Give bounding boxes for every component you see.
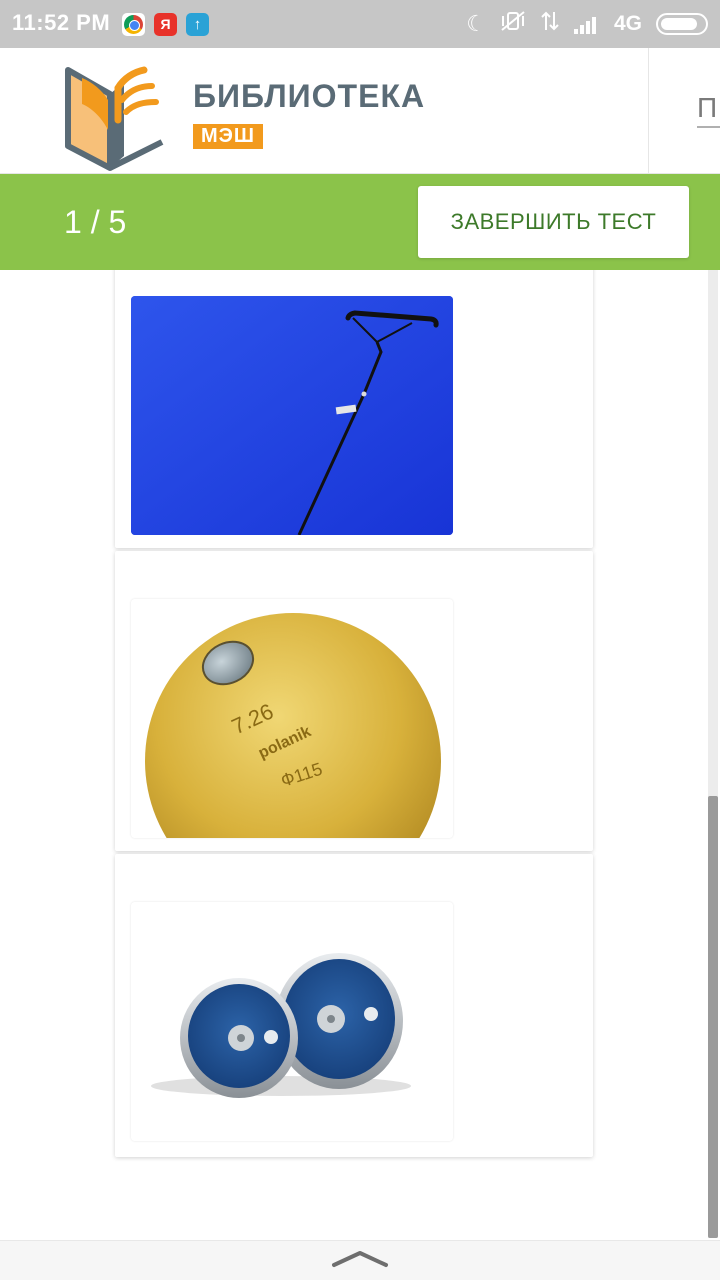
upload-icon: ↑: [186, 13, 209, 36]
answer-option-card[interactable]: 7.26 polanik Ф115: [115, 551, 593, 851]
network-type: 4G: [613, 12, 642, 35]
shot-put-image[interactable]: 7.26 polanik Ф115: [131, 599, 453, 838]
discus-image[interactable]: [131, 902, 453, 1141]
bottom-bar: [0, 1240, 720, 1280]
finish-test-button[interactable]: ЗАВЕРШИТЬ ТЕСТ: [418, 186, 689, 258]
header-cut-underline: [697, 126, 720, 128]
moon-icon: ☾: [466, 11, 486, 36]
question-counter: 1 / 5: [64, 204, 127, 240]
vibrate-off-icon: [500, 10, 526, 38]
logo-title: БИБЛИОТЕКА: [193, 78, 426, 114]
header-divider: [648, 48, 649, 174]
chevron-up-icon[interactable]: [330, 1247, 390, 1271]
library-logo-icon[interactable]: [62, 60, 166, 172]
battery-icon: [656, 13, 708, 35]
test-toolbar: 1 / 5 ЗАВЕРШИТЬ ТЕСТ: [0, 174, 720, 270]
status-time: 11:52 PM: [12, 10, 111, 35]
page: 11:52 PM Я ↑ ☾ 4G БИБЛИОТЕКА МЭШ П 1 / 5…: [0, 0, 720, 1280]
header-cut-text[interactable]: П: [697, 92, 717, 124]
answer-option-card[interactable]: [115, 270, 593, 548]
hammer-throw-image[interactable]: [131, 296, 453, 535]
chrome-icon: [122, 13, 145, 36]
scrollbar-thumb[interactable]: [708, 796, 718, 1238]
data-arrows-icon: [540, 10, 560, 38]
site-header: БИБЛИОТЕКА МЭШ П: [0, 48, 720, 174]
signal-icon: [573, 14, 600, 34]
answer-option-card[interactable]: [115, 854, 593, 1157]
system-icons: ☾ 4G: [466, 10, 708, 38]
status-bar: 11:52 PM Я ↑ ☾ 4G: [0, 0, 720, 48]
logo-badge: МЭШ: [193, 124, 263, 149]
answers-list: 7.26 polanik Ф115: [0, 270, 720, 1238]
yandex-icon: Я: [154, 13, 177, 36]
